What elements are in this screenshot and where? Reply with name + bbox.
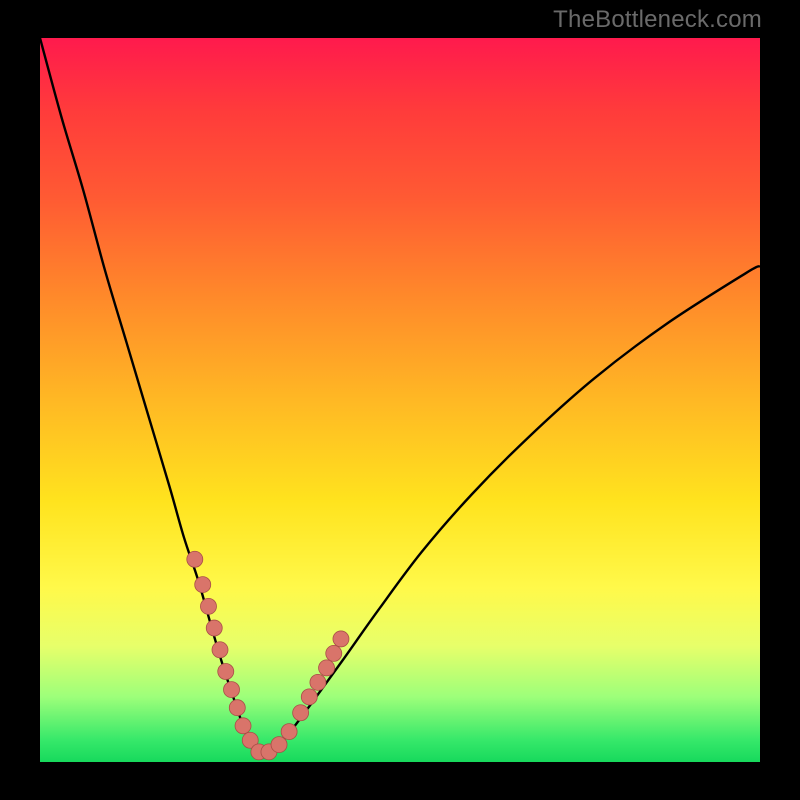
bead-dot	[218, 664, 234, 680]
bead-dot	[281, 724, 297, 740]
main-curve	[40, 38, 760, 754]
bead-dot	[200, 598, 216, 614]
bead-dot	[187, 551, 203, 567]
bead-dot	[229, 700, 245, 716]
highlight-beads	[187, 551, 349, 760]
bead-dot	[212, 642, 228, 658]
chart-frame: TheBottleneck.com	[0, 0, 800, 800]
bead-dot	[195, 577, 211, 593]
bead-dot	[333, 631, 349, 647]
bead-dot	[310, 674, 326, 690]
bead-dot	[224, 682, 240, 698]
bead-dot	[319, 660, 335, 676]
bead-dot	[235, 718, 251, 734]
watermark-text: TheBottleneck.com	[553, 6, 762, 34]
bead-dot	[301, 689, 317, 705]
bead-dot	[293, 705, 309, 721]
chart-svg	[40, 38, 760, 762]
bead-dot	[326, 645, 342, 661]
bead-dot	[271, 737, 287, 753]
bead-dot	[206, 620, 222, 636]
